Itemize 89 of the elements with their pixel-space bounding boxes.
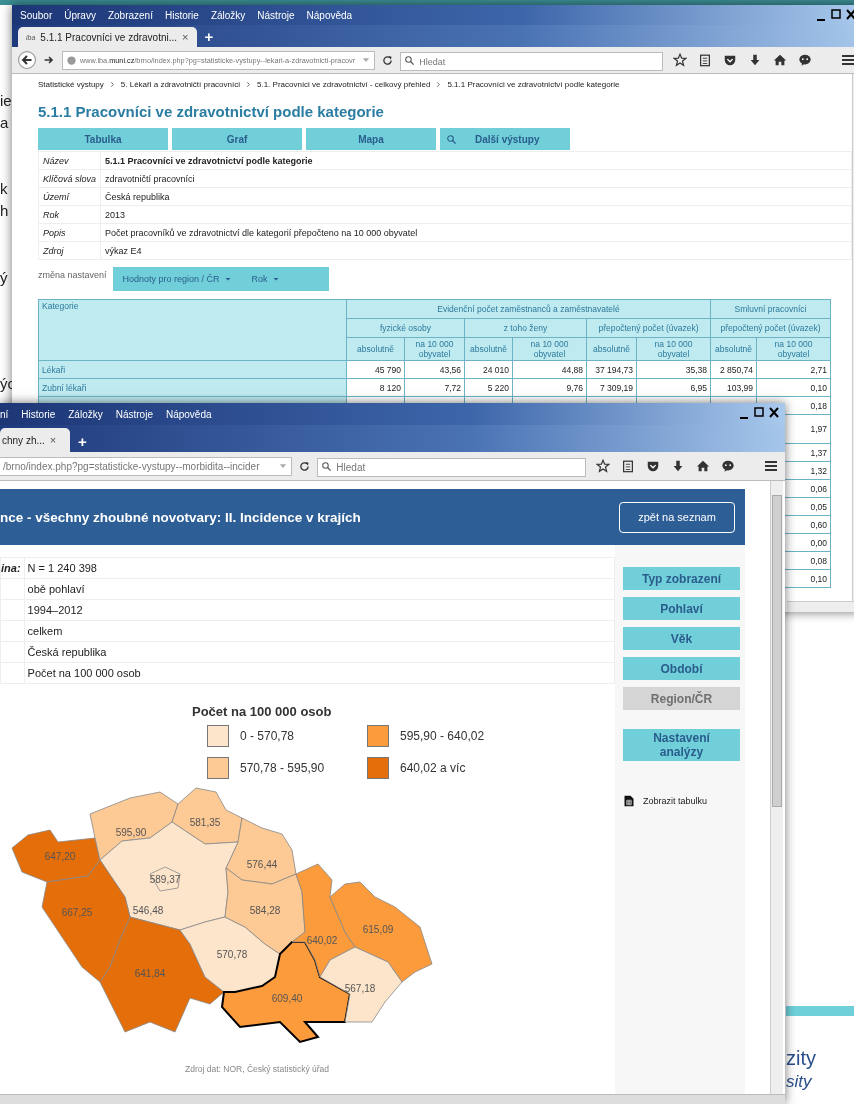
slide-text: k <box>0 179 9 199</box>
region-value: 567,18 <box>344 983 376 994</box>
address-bar[interactable]: /brno/index.php?pg=statisticke-vystupy--morbidita--incider <box>0 456 293 476</box>
breadcrumb-link[interactable]: 5.1.1 Pracovníci ve zdravotnictví podle kategorie <box>447 80 620 89</box>
region-value: 615,09 <box>362 924 394 935</box>
menu-item[interactable]: Záložky <box>210 9 246 21</box>
view-button[interactable]: Graf <box>172 128 302 150</box>
region-value: 576,44 <box>246 859 278 870</box>
menu-item[interactable]: Historie <box>164 9 199 21</box>
view-button[interactable]: Tabulka <box>38 128 168 150</box>
region-value: 570,78 <box>216 949 248 960</box>
legend-label: 570,78 - 595,90 <box>240 761 325 775</box>
region-value: 640,02 <box>306 935 338 946</box>
metadata-value: výkaz E4 <box>100 241 852 260</box>
legend-title: Počet na 100 000 osob <box>192 704 333 719</box>
info-value: Počet na 100 000 osob <box>24 662 615 684</box>
settings-button[interactable]: Nastavení analýzy <box>623 729 740 761</box>
region-value: 595,90 <box>115 827 147 838</box>
column-header: Smluvní pracovníci <box>710 299 831 319</box>
info-value: obě pohlaví <box>24 578 615 600</box>
breadcrumb-link[interactable]: Statistické výstupy <box>38 80 104 89</box>
metadata-value: 5.1.1 Pracovníci ve zdravotnictví podle kategorie <box>100 151 852 170</box>
region-value: 647,20 <box>44 851 76 862</box>
region-value: 584,28 <box>249 905 281 916</box>
breadcrumb-link[interactable]: 5. Lékaři a zdravotničtí pracovníci <box>120 80 240 89</box>
menu-item[interactable]: Záložky <box>68 408 103 420</box>
region-value: 546,48 <box>132 905 164 916</box>
info-value: Česká republika <box>24 641 615 663</box>
info-value: celkem <box>24 620 615 642</box>
menu-item[interactable]: Soubor <box>20 9 53 21</box>
legend-label: 0 - 570,78 <box>240 729 295 743</box>
menu-item[interactable]: ní <box>0 408 9 420</box>
menu-item[interactable]: Nástroje <box>257 9 295 21</box>
dropdown[interactable]: Rok <box>251 274 280 284</box>
metadata-value: Počet pracovníků ve zdravotnictví dle kategorií přepočteno na 10 000 obyvatel <box>100 223 852 242</box>
tab-close-button[interactable]: × <box>182 31 189 43</box>
column-header: Evidenční počet zaměstnanců a zaměstnavatelé <box>346 299 711 319</box>
slide-text: ý <box>0 268 9 288</box>
settings-button[interactable]: Období <box>623 657 740 680</box>
legend-label: 640,02 a víc <box>400 761 466 775</box>
view-button[interactable]: Mapa <box>306 128 436 150</box>
slide-text: h <box>0 201 10 221</box>
show-table-link[interactable]: Zobrazit tabulku <box>643 796 708 806</box>
menu-item[interactable]: Nápověda <box>306 9 353 21</box>
new-tab-button[interactable]: + <box>204 28 214 47</box>
metadata-label: Klíčová slova <box>38 169 101 188</box>
page-title: 5.1.1 Pracovníci ve zdravotnictví podle kategorie <box>38 103 385 120</box>
search-field[interactable]: Hledat <box>400 52 663 71</box>
info-value: N = 1 240 398 <box>24 557 615 579</box>
settings-label: změna nastavení <box>38 269 107 280</box>
browser-tab[interactable]: chny zh... × <box>0 428 70 452</box>
info-value: 1994–2012 <box>24 599 615 621</box>
metadata-value: Česká republika <box>100 187 852 206</box>
menu-item[interactable]: Nápověda <box>165 408 212 420</box>
settings-button[interactable]: Věk <box>623 627 740 650</box>
slide-text: sity <box>786 1071 813 1093</box>
region-value: 641,84 <box>134 968 166 979</box>
metadata-label: Území <box>38 187 101 206</box>
region-value: 589,37 <box>149 874 181 885</box>
menu-item[interactable]: Zobrazení <box>107 9 153 21</box>
metadata-label: Popis <box>38 223 101 242</box>
column-header: Kategorie <box>38 299 347 361</box>
back-to-list-button[interactable]: zpět na seznam <box>619 501 735 533</box>
legend-label: 595,90 - 640,02 <box>400 729 485 743</box>
metadata-label: Název <box>38 151 101 170</box>
breadcrumb-link[interactable]: 5.1. Pracovníci ve zdravotnictví - celkový přehled <box>257 80 431 89</box>
info-label: ina: <box>0 557 25 579</box>
metadata-label: Rok <box>38 205 101 224</box>
region-value: 667,25 <box>61 907 93 918</box>
metadata-value: 2013 <box>100 205 852 224</box>
new-tab-button[interactable]: + <box>78 433 87 452</box>
settings-button[interactable]: Typ zobrazení <box>623 567 740 590</box>
region-value: 581,35 <box>189 817 221 828</box>
menu-item[interactable]: Historie <box>21 408 56 420</box>
slide-text: zity <box>786 1046 817 1070</box>
slide-text: a <box>0 113 10 133</box>
settings-button[interactable]: Pohlaví <box>623 597 740 620</box>
slide-text: ie <box>0 91 13 111</box>
more-outputs-button[interactable]: Další výstupy <box>440 128 570 150</box>
tab-close-button[interactable]: × <box>49 434 57 446</box>
metadata-value: zdravotničtí pracovníci <box>100 169 852 188</box>
metadata-label: Zdroj <box>38 241 101 260</box>
region-value: 609,40 <box>271 993 303 1004</box>
data-source: Zdroj dat: NOR, Český statistický úřad <box>185 1064 331 1074</box>
menu-item[interactable]: Nástroje <box>115 408 153 420</box>
page-title: nce - všechny zhoubné novotvary: II. Incidence v krajích <box>0 509 361 525</box>
menu-item[interactable]: Úpravy <box>64 9 96 21</box>
dropdown[interactable]: Hodnoty pro region / ČR <box>122 274 232 284</box>
search-field[interactable]: Hledat <box>317 457 586 477</box>
